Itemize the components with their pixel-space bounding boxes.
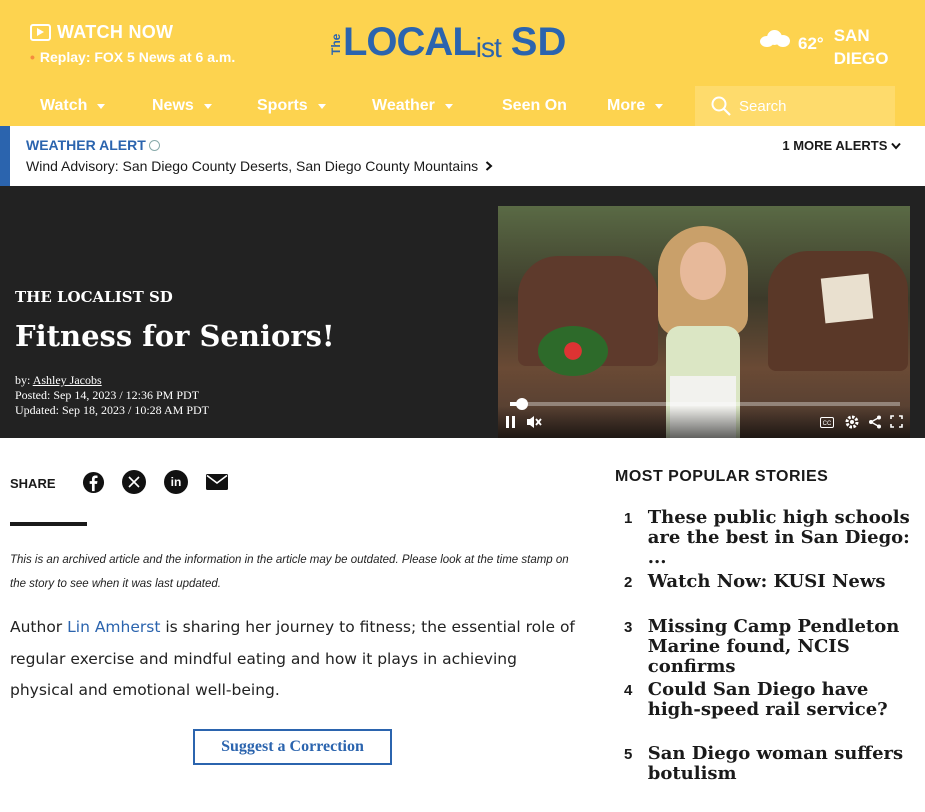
weather-widget[interactable]: 62° SAN DIEGO	[758, 24, 889, 70]
chevron-down-icon	[891, 142, 901, 150]
share-divider	[10, 522, 87, 526]
nav-item-more[interactable]: More	[607, 97, 664, 115]
svg-text:CC: CC	[823, 421, 832, 427]
posted-date: Posted: Sep 14, 2023 / 12:36 PM PDT	[15, 388, 200, 402]
body-prefix: Author	[10, 618, 68, 636]
byline-prefix: by:	[15, 373, 31, 387]
suggest-correction-button[interactable]: Suggest a Correction	[193, 729, 392, 765]
nav-item-news[interactable]: News	[152, 97, 212, 115]
author-link[interactable]: Ashley Jacobs	[33, 373, 102, 387]
story-headline[interactable]: Watch Now: KUSI News	[648, 572, 915, 592]
article-body: Author Lin Amherst is sharing her journe…	[10, 612, 575, 707]
article-meta: by: Ashley Jacobs Posted: Sep 14, 2023 /…	[15, 373, 209, 418]
loading-spinner-icon	[148, 140, 160, 151]
video-progress-bar[interactable]	[510, 398, 900, 410]
archived-notice: This is an archived article and the info…	[10, 554, 569, 590]
nav-item-weather[interactable]: Weather	[372, 97, 453, 115]
tv-play-icon	[30, 24, 51, 41]
nav-label: Weather	[372, 97, 435, 114]
updated-date: Updated: Sep 18, 2023 / 10:28 AM PDT	[15, 403, 209, 417]
nav-item-sports[interactable]: Sports	[257, 97, 326, 115]
partly-cloudy-icon	[758, 28, 792, 48]
story-headline[interactable]: San Diego woman suffers botulism	[648, 744, 915, 784]
popular-story-4[interactable]: 4 Could San Diego have high-speed rail s…	[615, 680, 915, 720]
popular-story-3[interactable]: 3 Missing Camp Pendleton Marine found, N…	[615, 617, 915, 677]
alert-message: Wind Advisory: San Diego County Deserts,…	[26, 158, 479, 174]
video-scene-flowers	[538, 326, 608, 376]
story-rank: 3	[624, 619, 633, 636]
story-headline[interactable]: Missing Camp Pendleton Marine found, NCI…	[648, 617, 915, 677]
settings-gear-icon[interactable]	[844, 414, 860, 433]
nav-label: More	[607, 97, 646, 114]
mute-icon[interactable]	[526, 415, 542, 432]
replay-label: Replay: FOX 5 News at 6 a.m.	[39, 49, 236, 65]
share-label: SHARE	[10, 476, 56, 491]
article-hero: THE LOCALIST SD Fitness for Seniors! by:…	[0, 186, 925, 438]
story-rank: 5	[624, 746, 633, 763]
email-icon[interactable]	[205, 470, 229, 494]
logo-ist: ist	[475, 32, 502, 63]
chevron-down-icon	[97, 103, 106, 109]
chevron-down-icon	[444, 103, 453, 109]
temperature: 62°	[798, 34, 824, 53]
more-alerts-button[interactable]: 1 MORE ALERTS	[782, 138, 901, 153]
logo-the: The	[329, 33, 343, 55]
pause-icon[interactable]	[506, 416, 516, 431]
city-line-2: DIEGO	[833, 49, 889, 68]
story-headline[interactable]: Could San Diego have high-speed rail ser…	[648, 680, 915, 720]
popular-story-5[interactable]: 5 San Diego woman suffers botulism	[615, 744, 915, 784]
author-body-link[interactable]: Lin Amherst	[67, 618, 160, 636]
watch-now-link[interactable]: WATCH NOW	[30, 22, 173, 43]
story-rank: 2	[624, 574, 633, 591]
video-player[interactable]: CC	[498, 206, 910, 438]
video-scrubber-handle[interactable]	[515, 398, 528, 410]
alert-title[interactable]: WEATHER ALERT	[26, 137, 160, 153]
page-title: Fitness for Seniors!	[15, 319, 335, 353]
nav-label: Sports	[257, 97, 308, 114]
city-line-1: SAN	[833, 26, 870, 45]
chevron-right-icon	[485, 161, 493, 171]
nav-label: Watch	[40, 97, 88, 114]
nav-label: Seen On	[502, 97, 567, 114]
share-icon[interactable]	[868, 415, 882, 432]
weather-city: SAN DIEGO	[834, 24, 889, 70]
search-icon[interactable]	[711, 96, 731, 116]
search-box	[695, 86, 895, 126]
story-rank: 1	[624, 510, 633, 527]
live-dot-icon: •	[30, 49, 35, 65]
nav-item-seen-on[interactable]: Seen On	[502, 97, 567, 115]
chevron-down-icon	[655, 103, 664, 109]
story-headline[interactable]: These public high schools are the best i…	[648, 508, 915, 568]
chevron-down-icon	[203, 103, 212, 109]
site-logo[interactable]: The LOCAL ist SD	[329, 20, 567, 64]
watch-now-label: WATCH NOW	[57, 22, 174, 42]
x-twitter-icon[interactable]	[122, 470, 146, 494]
more-alerts-label: 1 MORE ALERTS	[782, 138, 888, 153]
popular-story-2[interactable]: 2 Watch Now: KUSI News	[615, 572, 915, 592]
video-scene-sign	[820, 273, 874, 324]
nav-item-watch[interactable]: Watch	[40, 97, 106, 115]
chevron-down-icon	[317, 103, 326, 109]
story-rank: 4	[624, 682, 633, 699]
closed-captions-icon[interactable]: CC	[820, 416, 834, 431]
byline: by: Ashley Jacobs	[15, 373, 209, 388]
article-kicker[interactable]: THE LOCALIST SD	[15, 288, 173, 306]
replay-link[interactable]: • Replay: FOX 5 News at 6 a.m.	[30, 49, 235, 65]
weather-alert-bar: WEATHER ALERT Wind Advisory: San Diego C…	[0, 126, 925, 186]
logo-sd: SD	[510, 20, 567, 64]
fullscreen-icon[interactable]	[890, 415, 903, 431]
search-input[interactable]	[739, 97, 889, 115]
facebook-icon[interactable]	[81, 470, 105, 494]
linkedin-icon[interactable]: in	[164, 470, 188, 494]
popular-story-1[interactable]: 1 These public high schools are the best…	[615, 508, 915, 568]
nav-label: News	[152, 97, 194, 114]
alert-message-link[interactable]: Wind Advisory: San Diego County Deserts,…	[26, 158, 493, 174]
alert-title-label: WEATHER ALERT	[26, 137, 146, 153]
most-popular-title: MOST POPULAR STORIES	[615, 468, 829, 485]
logo-local: LOCAL	[343, 20, 477, 64]
